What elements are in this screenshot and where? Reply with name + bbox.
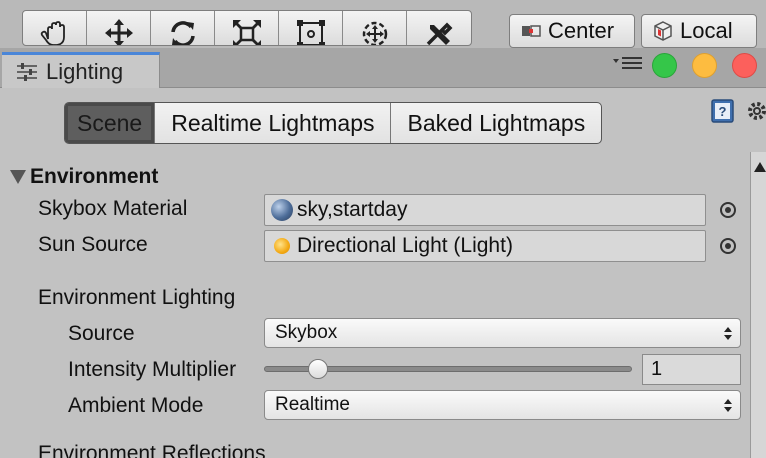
transform-tools [22, 10, 472, 46]
light-icon [274, 238, 290, 254]
pivot-rotation-button[interactable]: Local [641, 14, 757, 48]
source-dropdown[interactable]: Skybox [264, 318, 741, 348]
custom-tools-button[interactable] [407, 11, 471, 45]
vertical-scrollbar[interactable] [750, 152, 766, 458]
minimize-button[interactable] [692, 53, 717, 78]
intensity-input[interactable]: 1 [642, 354, 741, 385]
pivot-mode-button[interactable]: Center [509, 14, 635, 48]
tab-baked-lightmaps[interactable]: Baked Lightmaps [391, 103, 601, 143]
custom-tools-icon [426, 22, 453, 45]
tab-realtime-lightmaps[interactable]: Realtime Lightmaps [155, 103, 392, 143]
lighting-settings-icon [17, 62, 37, 81]
environment-header: Environment [30, 165, 159, 188]
hand-tool-button[interactable] [23, 11, 87, 45]
skybox-material-value: sky,startday [297, 198, 408, 221]
environment-reflections-header: Environment Reflections [38, 442, 266, 458]
ambient-mode-dropdown[interactable]: Realtime [264, 390, 741, 420]
gear-icon[interactable] [746, 98, 766, 124]
hand-icon [40, 21, 65, 45]
dropdown-arrows-icon [724, 399, 732, 412]
intensity-multiplier-label: Intensity Multiplier [68, 358, 237, 381]
move-icon [104, 19, 133, 45]
sun-source-label: Sun Source [38, 233, 148, 256]
skybox-material-field[interactable]: sky,startday [264, 194, 706, 226]
local-cube-icon [654, 21, 672, 41]
rotate-icon [170, 21, 195, 45]
pivot-rotation-label: Local [680, 18, 733, 43]
environment-lighting-header: Environment Lighting [38, 286, 236, 309]
pivot-center-icon [522, 25, 541, 37]
rect-tool-button[interactable] [279, 11, 343, 45]
window-menu-icon[interactable] [612, 56, 644, 70]
source-label: Source [68, 322, 135, 345]
ambient-mode-value: Realtime [275, 394, 350, 415]
transform-icon [362, 21, 387, 45]
intensity-value: 1 [651, 358, 663, 380]
close-button[interactable] [732, 53, 757, 78]
lighting-mode-tabs: Scene Realtime Lightmaps Baked Lightmaps [64, 102, 603, 144]
sun-source-value: Directional Light (Light) [297, 234, 513, 257]
pivot-mode-label: Center [548, 18, 615, 43]
sun-source-field[interactable]: Directional Light (Light) [264, 230, 706, 262]
window-tab-label: Lighting [46, 58, 124, 84]
intensity-slider-thumb[interactable] [307, 359, 328, 379]
svg-text:?: ? [719, 104, 727, 119]
dropdown-arrows-icon [724, 327, 732, 340]
environment-foldout[interactable]: Environment [10, 164, 158, 190]
rect-transform-icon [296, 20, 325, 45]
skybox-material-label: Skybox Material [38, 197, 188, 220]
skybox-object-picker-icon[interactable] [720, 202, 736, 218]
foldout-arrow-icon [10, 170, 26, 184]
scroll-up-arrow-icon[interactable] [754, 162, 766, 172]
scale-icon [232, 20, 261, 45]
maximize-button[interactable] [652, 53, 677, 78]
scale-tool-button[interactable] [215, 11, 279, 45]
transform-tool-button[interactable] [343, 11, 407, 45]
material-sphere-icon [271, 199, 293, 221]
lighting-window-tab[interactable]: Lighting [2, 52, 160, 88]
move-tool-button[interactable] [87, 11, 151, 45]
tab-scene[interactable]: Scene [65, 103, 156, 143]
source-value: Skybox [275, 322, 338, 343]
ambient-mode-label: Ambient Mode [68, 394, 204, 417]
window-tab-bar: Lighting [0, 48, 766, 88]
rotate-tool-button[interactable] [151, 11, 215, 45]
sun-object-picker-icon[interactable] [720, 238, 736, 254]
main-toolbar: Center Local [0, 0, 766, 48]
help-book-icon[interactable]: ? [710, 98, 736, 124]
